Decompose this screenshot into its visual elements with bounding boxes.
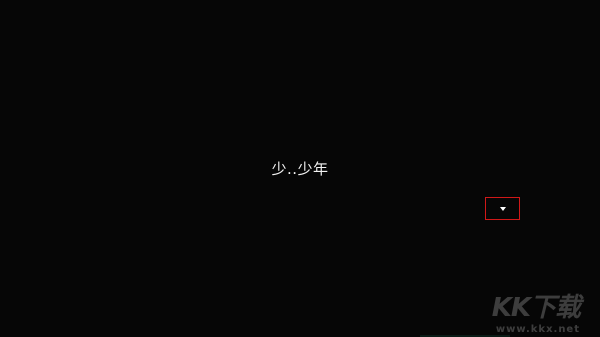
- watermark: KK下载 www.kkx.net: [468, 287, 581, 335]
- advance-dialogue-button[interactable]: [485, 197, 520, 220]
- game-screen[interactable]: 少..少年 KK下载 www.kkx.net: [0, 0, 600, 337]
- caret-down-icon: [500, 207, 506, 211]
- dialogue-text: 少..少年: [271, 160, 329, 178]
- watermark-logo: KK下载: [491, 293, 581, 323]
- watermark-url: www.kkx.net: [495, 324, 580, 335]
